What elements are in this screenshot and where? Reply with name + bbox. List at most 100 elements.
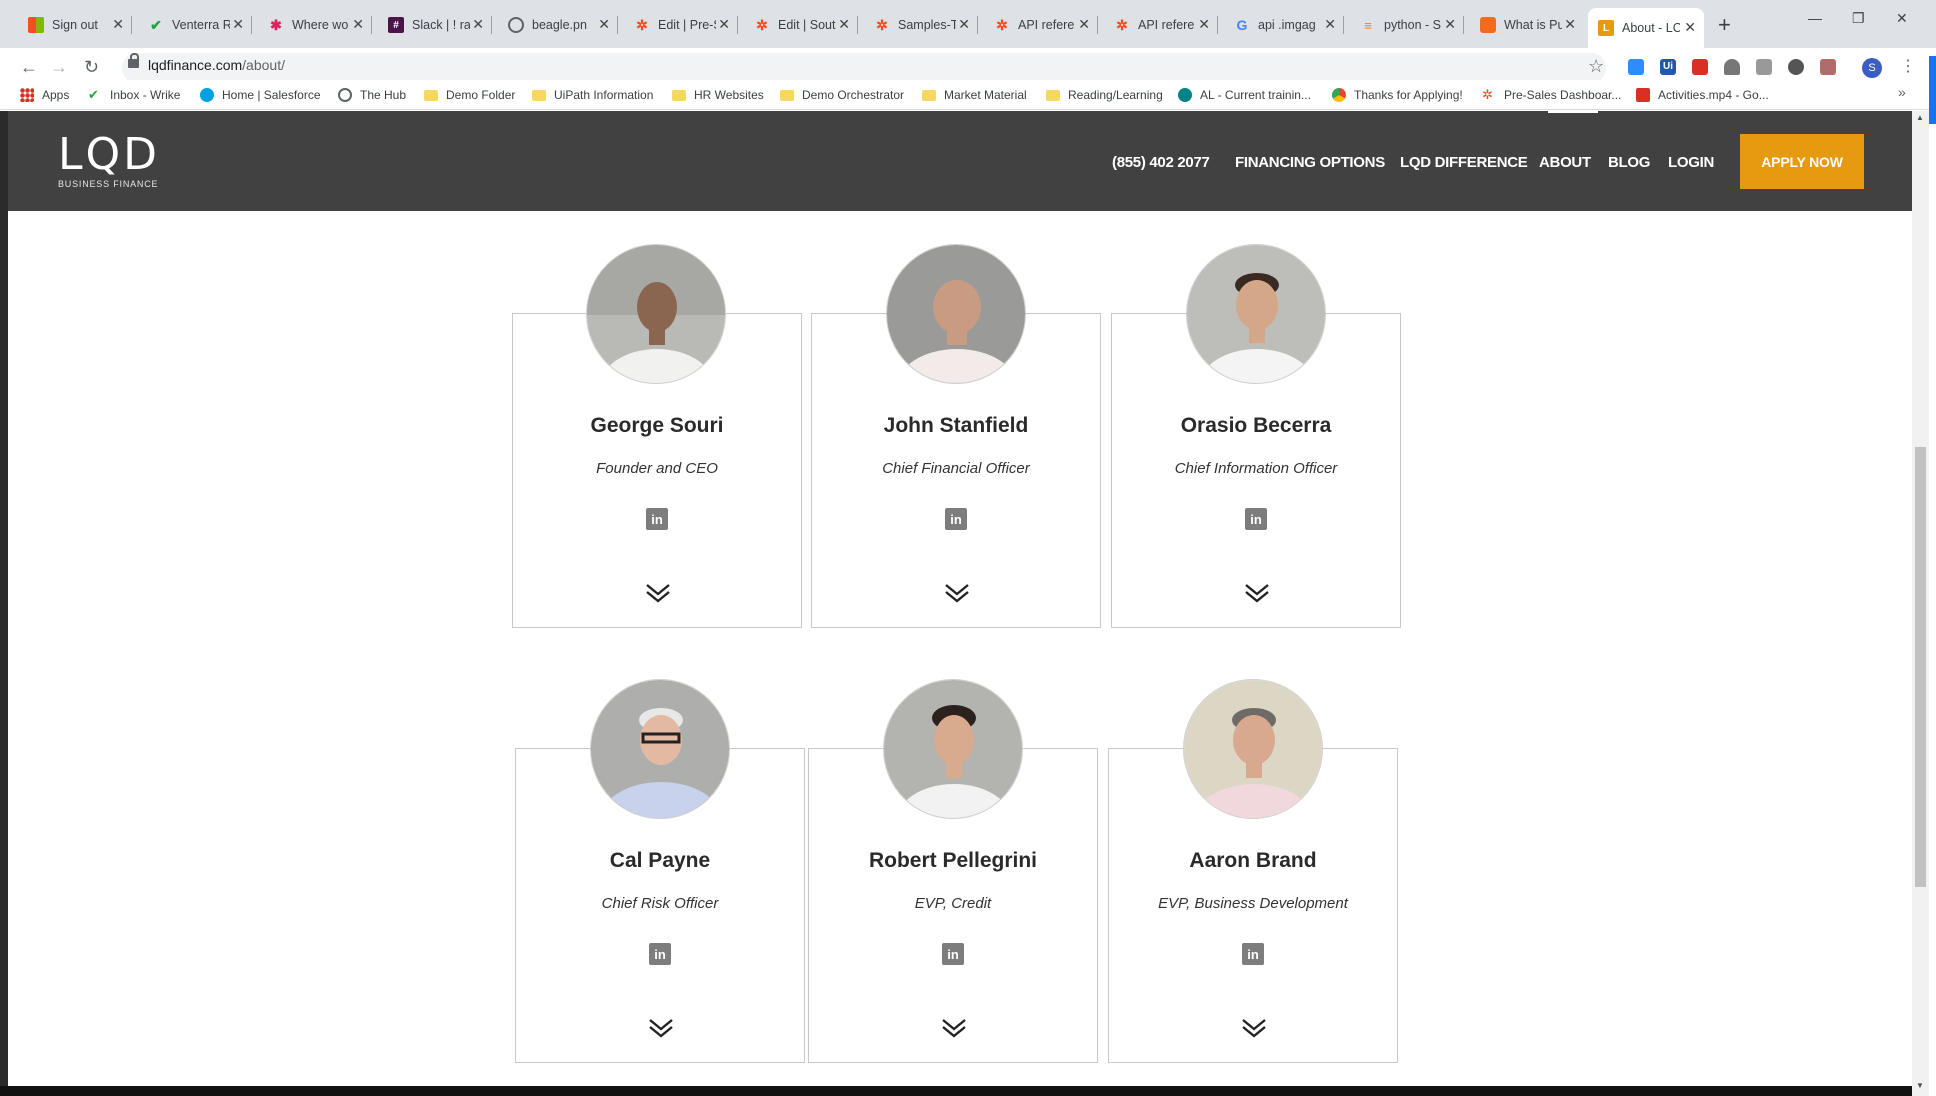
lqd-logo[interactable]: LQD BUSINESS FINANCE	[58, 133, 160, 190]
browser-tab-strip: Sign out ✕ ✔ Venterra R ✕ ✱ Where wo ✕ #…	[0, 0, 1936, 48]
close-icon[interactable]: ✕	[838, 17, 850, 31]
avatar	[883, 679, 1023, 819]
chevron-double-down-icon[interactable]	[1244, 582, 1270, 604]
bookmark-the-hub[interactable]: The Hub	[338, 84, 406, 106]
pdf-extension-icon[interactable]	[1692, 59, 1708, 75]
linkedin-icon[interactable]: in	[945, 508, 967, 530]
browser-tab[interactable]: ✔ Venterra R ✕	[138, 10, 252, 40]
browser-tab[interactable]: ≡ python - S ✕	[1350, 10, 1464, 40]
nav-login[interactable]: LOGIN	[1668, 154, 1714, 171]
bookmark-folder[interactable]: Demo Folder	[424, 84, 515, 106]
browser-tab[interactable]: G api .imgag ✕	[1224, 10, 1344, 40]
profile-avatar[interactable]: S	[1862, 58, 1882, 78]
back-button[interactable]: ←	[20, 57, 38, 78]
browser-tab[interactable]: beagle.pn ✕	[498, 10, 618, 40]
close-icon[interactable]: ✕	[1078, 17, 1090, 31]
bookmark-salesforce[interactable]: Home | Salesforce	[200, 84, 321, 106]
folder-icon	[1046, 89, 1060, 101]
bookmark-folder[interactable]: Reading/Learning	[1046, 84, 1163, 106]
nav-blog[interactable]: BLOG	[1608, 154, 1650, 171]
close-icon[interactable]: ✕	[1684, 20, 1696, 34]
browser-tab[interactable]: What is Pu ✕	[1470, 10, 1584, 40]
browser-tab[interactable]: ✱ Where wo ✕	[258, 10, 372, 40]
close-icon[interactable]: ✕	[112, 17, 124, 31]
uipath-extension-icon[interactable]: Ui	[1660, 59, 1676, 75]
avatar	[1186, 244, 1326, 384]
scrollbar-thumb[interactable]	[1915, 447, 1926, 887]
nav-financing-options[interactable]: FINANCING OPTIONS	[1235, 154, 1385, 171]
chrome-menu-icon[interactable]: ⋮	[1900, 56, 1916, 76]
close-window-button[interactable]: ✕	[1896, 10, 1908, 27]
linkedin-icon[interactable]: in	[1245, 508, 1267, 530]
chevron-double-down-icon[interactable]	[645, 582, 671, 604]
close-icon[interactable]: ✕	[1444, 17, 1456, 31]
zoom-extension-icon[interactable]	[1628, 59, 1644, 75]
address-bar[interactable]	[122, 53, 1606, 83]
chevron-double-down-icon[interactable]	[1241, 1017, 1267, 1039]
lock-icon[interactable]	[128, 53, 139, 68]
wrike-check-icon: ✔	[150, 16, 162, 33]
browser-tab[interactable]: ✲ API refere ✕	[984, 10, 1098, 40]
restore-button[interactable]: ❐	[1852, 10, 1865, 27]
tab-label: Edit | Sout	[778, 18, 836, 32]
nav-about[interactable]: ABOUT	[1539, 154, 1591, 171]
tab-label: Edit | Pre-S	[658, 18, 716, 32]
acrobat-extension-icon[interactable]	[1820, 59, 1836, 75]
linkedin-icon[interactable]: in	[942, 943, 964, 965]
scroll-down-arrow-icon[interactable]: ▼	[1916, 1081, 1924, 1090]
scroll-up-arrow-icon[interactable]: ▲	[1916, 113, 1924, 122]
close-icon[interactable]: ✕	[958, 17, 970, 31]
linkedin-icon[interactable]: in	[649, 943, 671, 965]
bookmark-apps[interactable]: Apps	[20, 84, 69, 106]
close-icon[interactable]: ✕	[1198, 17, 1210, 31]
url-text[interactable]: lqdfinance.com/about/	[148, 57, 285, 73]
bookmark-star-icon[interactable]: ☆	[1588, 56, 1604, 77]
close-icon[interactable]: ✕	[352, 17, 364, 31]
close-icon[interactable]: ✕	[1324, 17, 1336, 31]
bookmark-folder[interactable]: Demo Orchestrator	[780, 84, 904, 106]
reload-button[interactable]: ↻	[84, 57, 99, 78]
member-title: EVP, Business Development	[1158, 895, 1348, 912]
nav-lqd-difference[interactable]: LQD DIFFERENCE	[1400, 154, 1528, 171]
chevron-double-down-icon[interactable]	[648, 1017, 674, 1039]
bookmarks-overflow-icon[interactable]: »	[1898, 84, 1906, 100]
bookmark-thanks[interactable]: Thanks for Applying!	[1332, 84, 1463, 106]
close-icon[interactable]: ✕	[1564, 17, 1576, 31]
chevron-double-down-icon[interactable]	[941, 1017, 967, 1039]
stackoverflow-icon: ≡	[1364, 17, 1372, 33]
minimize-button[interactable]: —	[1808, 10, 1822, 26]
close-icon[interactable]: ✕	[598, 17, 610, 31]
bookmark-wrike[interactable]: ✔ Inbox - Wrike	[88, 84, 180, 106]
browser-tab-active[interactable]: L About - LC ✕	[1588, 8, 1704, 48]
page-scrollbar[interactable]: ▲ ▼	[1912, 111, 1929, 1096]
close-icon[interactable]: ✕	[718, 17, 730, 31]
bookmark-folder[interactable]: UiPath Information	[532, 84, 653, 106]
tab-label: API refere	[1018, 18, 1075, 32]
apply-now-button[interactable]: APPLY NOW	[1740, 134, 1864, 189]
browser-tab[interactable]: Sign out ✕	[18, 10, 132, 40]
browser-tab[interactable]: # Slack | ! ra ✕	[378, 10, 492, 40]
chevron-double-down-icon[interactable]	[944, 582, 970, 604]
bookmark-folder[interactable]: Market Material	[922, 84, 1027, 106]
page-extension-icon[interactable]	[1756, 59, 1772, 75]
forward-button[interactable]: →	[50, 57, 68, 78]
bookmark-activities[interactable]: Activities.mp4 - Go...	[1636, 84, 1769, 106]
member-title: Chief Risk Officer	[601, 895, 719, 912]
new-tab-button[interactable]: +	[1718, 12, 1731, 38]
bookmark-presales[interactable]: ✲ Pre-Sales Dashboar...	[1482, 84, 1621, 106]
member-title: Chief Financial Officer	[882, 460, 1030, 477]
browser-tab[interactable]: ✲ Edit | Pre-S ✕	[624, 10, 738, 40]
uipath-icon: ✲	[1482, 87, 1493, 102]
nav-phone[interactable]: (855) 402 2077	[1112, 154, 1210, 171]
browser-tab[interactable]: ✲ Samples-T ✕	[864, 10, 978, 40]
bookmark-sharepoint[interactable]: AL - Current trainin...	[1178, 84, 1311, 106]
drive-extension-icon[interactable]	[1724, 59, 1740, 75]
linkedin-icon[interactable]: in	[1242, 943, 1264, 965]
bookmark-folder[interactable]: HR Websites	[672, 84, 764, 106]
close-icon[interactable]: ✕	[232, 17, 244, 31]
record-extension-icon[interactable]	[1788, 59, 1804, 75]
browser-tab[interactable]: ✲ API refere ✕	[1104, 10, 1218, 40]
close-icon[interactable]: ✕	[472, 17, 484, 31]
browser-tab[interactable]: ✲ Edit | Sout ✕	[744, 10, 858, 40]
linkedin-icon[interactable]: in	[646, 508, 668, 530]
